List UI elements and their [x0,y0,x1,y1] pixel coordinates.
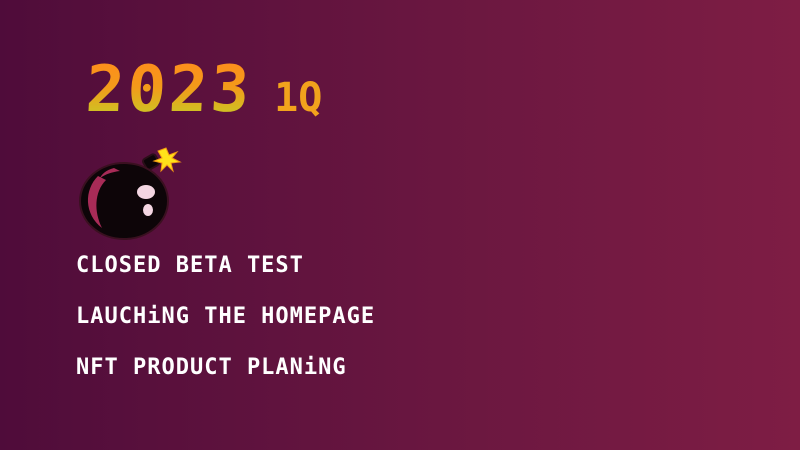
roadmap-slide: 2023 1Q CLOSED BETA TEST LAUCHiNG THE HO… [0,0,800,450]
spark-icon [152,147,182,173]
quarter-label: 1Q [274,75,323,121]
milestone-homepage-launch: LAUCHiNG THE HOMEPAGE [76,304,376,329]
milestone-nft-planning: NFT PRODUCT PLANiNG [76,355,347,380]
milestone-list: CLOSED BETA TEST LAUCHiNG THE HOMEPAGE N… [76,252,375,405]
year-label: 2023 [84,53,255,127]
bomb-icon [79,147,182,240]
milestone-closed-beta: CLOSED BETA TEST [76,253,304,278]
roadmap-heading: 2023 1Q [84,53,323,127]
